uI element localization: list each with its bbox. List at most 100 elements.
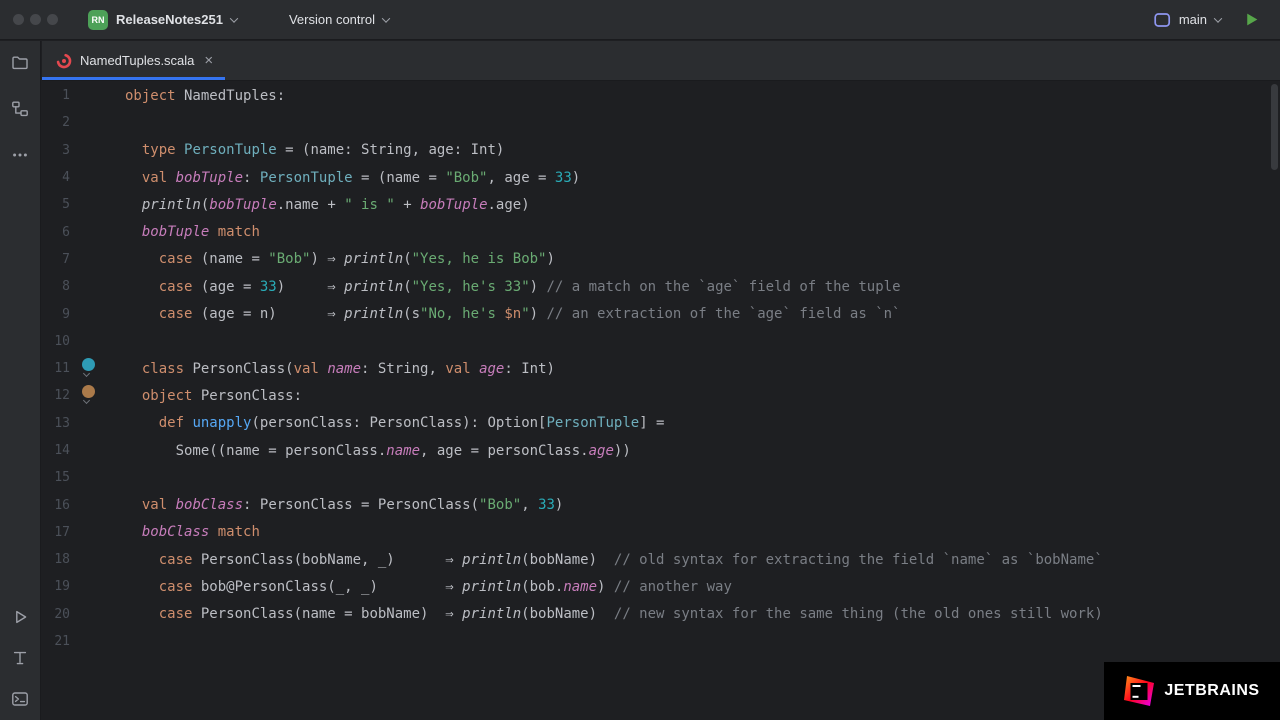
code-line[interactable]: 7 case (name = "Bob") ⇒ println("Yes, he… — [42, 246, 1280, 273]
branch-widget[interactable]: main — [1146, 7, 1229, 33]
code-text: case PersonClass(name = bobName) ⇒ print… — [125, 606, 1280, 622]
gutter — [70, 82, 125, 109]
code-line[interactable]: 5 println(bobTuple.name + " is " + bobTu… — [42, 191, 1280, 218]
line-number: 17 — [42, 525, 70, 540]
gutter — [70, 164, 125, 191]
project-selector[interactable]: RN ReleaseNotes251 — [80, 5, 245, 35]
class-icon[interactable] — [82, 358, 95, 371]
code-line[interactable]: 2 — [42, 109, 1280, 136]
run-icon — [1243, 11, 1260, 28]
editor[interactable]: 1 object NamedTuples: 2 3 type PersonTuple … — [42, 82, 1280, 720]
code-area: 1 object NamedTuples: 2 3 type PersonTuple … — [42, 82, 1280, 655]
code-line[interactable]: 20 case PersonClass(name = bobName) ⇒ pr… — [42, 601, 1280, 628]
terminal-tool-window-button[interactable] — [4, 683, 36, 715]
line-number: 3 — [42, 143, 70, 158]
gutter — [70, 246, 125, 273]
code-text: val bobTuple: PersonTuple = (name = "Bob… — [125, 170, 1280, 186]
object-icon[interactable] — [82, 385, 95, 398]
jetbrains-watermark: JETBRAINS — [1104, 662, 1280, 720]
gutter — [70, 519, 125, 546]
project-folder-icon — [11, 54, 29, 72]
fold-chevron-icon[interactable] — [83, 370, 90, 377]
project-name: ReleaseNotes251 — [116, 12, 223, 27]
code-text: case bob@PersonClass(_, _) ⇒ println(bob… — [125, 579, 1280, 595]
code-line[interactable]: 12 object PersonClass: — [42, 382, 1280, 409]
code-line[interactable]: 18 case PersonClass(bobName, _) ⇒ printl… — [42, 546, 1280, 573]
line-number: 9 — [42, 307, 70, 322]
code-line[interactable]: 16 val bobClass: PersonClass = PersonCla… — [42, 491, 1280, 518]
gutter — [70, 273, 125, 300]
code-line[interactable]: 1 object NamedTuples: — [42, 82, 1280, 109]
code-line[interactable]: 17 bobClass match — [42, 519, 1280, 546]
code-text: println(bobTuple.name + " is " + bobTupl… — [125, 197, 1280, 213]
line-number: 16 — [42, 498, 70, 513]
code-line[interactable]: 8 case (age = 33) ⇒ println("Yes, he's 3… — [42, 273, 1280, 300]
console-tool-window-button[interactable] — [4, 642, 36, 674]
jetbrains-wordmark: JETBRAINS — [1164, 682, 1259, 700]
gutter — [70, 328, 125, 355]
gutter — [70, 355, 125, 382]
scrollbar-thumb[interactable] — [1271, 84, 1278, 170]
line-number: 19 — [42, 579, 70, 594]
code-line[interactable]: 6 bobTuple match — [42, 218, 1280, 245]
gutter — [70, 410, 125, 437]
branch-name: main — [1179, 12, 1207, 27]
gutter — [70, 628, 125, 655]
code-line[interactable]: 3 type PersonTuple = (name: String, age:… — [42, 137, 1280, 164]
code-line[interactable]: 15 — [42, 464, 1280, 491]
code-line[interactable]: 10 — [42, 328, 1280, 355]
scala-file-icon — [56, 53, 72, 69]
project-tool-button[interactable] — [4, 47, 36, 79]
code-text: object PersonClass: — [125, 388, 1280, 404]
code-line[interactable]: 9 case (age = n) ⇒ println(s"No, he's $n… — [42, 300, 1280, 327]
gutter — [70, 109, 125, 136]
tab-namedtuples-scala[interactable]: NamedTuples.scala × — [42, 41, 225, 80]
gutter — [70, 137, 125, 164]
gutter — [70, 218, 125, 245]
code-text: object NamedTuples: — [125, 88, 1280, 104]
code-text: case (name = "Bob") ⇒ println("Yes, he i… — [125, 251, 1280, 267]
line-number: 8 — [42, 279, 70, 294]
fold-chevron-icon[interactable] — [83, 397, 90, 404]
code-text: bobClass match — [125, 524, 1280, 540]
line-number: 2 — [42, 115, 70, 130]
tab-label: NamedTuples.scala — [80, 53, 194, 68]
gutter — [70, 464, 125, 491]
version-control-menu[interactable]: Version control — [281, 7, 397, 32]
jetbrains-logo-icon — [1124, 676, 1154, 706]
code-line[interactable]: 19 case bob@PersonClass(_, _) ⇒ println(… — [42, 573, 1280, 600]
line-number: 4 — [42, 170, 70, 185]
code-line[interactable]: 13 def unapply(personClass: PersonClass)… — [42, 410, 1280, 437]
line-number: 14 — [42, 443, 70, 458]
run-tool-window-button[interactable] — [4, 601, 36, 633]
run-button[interactable] — [1235, 6, 1268, 33]
gutter — [70, 573, 125, 600]
line-number: 13 — [42, 416, 70, 431]
maximize-button[interactable] — [47, 14, 58, 25]
line-number: 5 — [42, 197, 70, 212]
gutter — [70, 546, 125, 573]
close-button[interactable] — [13, 14, 24, 25]
line-number: 21 — [42, 634, 70, 649]
run-tool-icon — [11, 608, 29, 626]
line-number: 1 — [42, 88, 70, 103]
code-line[interactable]: 4 val bobTuple: PersonTuple = (name = "B… — [42, 164, 1280, 191]
structure-icon — [11, 100, 29, 118]
code-text: Some((name = personClass.name, age = per… — [125, 443, 1280, 459]
line-number: 7 — [42, 252, 70, 267]
project-avatar: RN — [88, 10, 108, 30]
code-text: case (age = 33) ⇒ println("Yes, he's 33"… — [125, 279, 1280, 295]
chevron-down-icon — [382, 14, 390, 22]
line-number: 12 — [42, 388, 70, 403]
minimize-button[interactable] — [30, 14, 41, 25]
window-controls — [13, 14, 58, 25]
tab-close-icon[interactable]: × — [204, 53, 213, 68]
more-tool-windows-button[interactable] — [4, 139, 36, 171]
code-line[interactable]: 21 — [42, 628, 1280, 655]
code-text: case PersonClass(bobName, _) ⇒ println(b… — [125, 552, 1280, 568]
code-line[interactable]: 14 Some((name = personClass.name, age = … — [42, 437, 1280, 464]
terminal-tool-icon — [11, 690, 29, 708]
gutter — [70, 191, 125, 218]
structure-tool-button[interactable] — [4, 93, 36, 125]
code-line[interactable]: 11 class PersonClass(val name: String, v… — [42, 355, 1280, 382]
